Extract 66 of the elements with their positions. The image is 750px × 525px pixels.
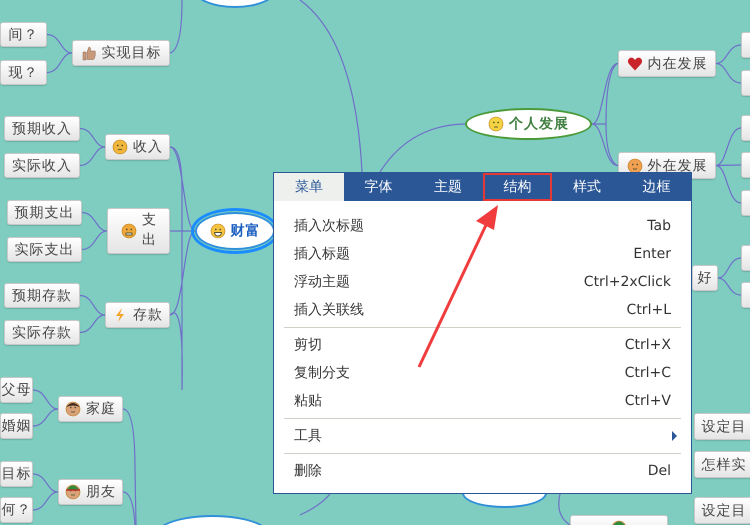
topic-node[interactable]: 好 [692, 265, 718, 291]
connector-line [82, 212, 108, 232]
connector-line [558, 494, 570, 525]
face-icon [121, 223, 137, 239]
submenu-arrow-icon [672, 431, 677, 441]
topic-node[interactable]: 实现目标 [72, 40, 170, 66]
menu-item[interactable]: 剪切 Ctrl+X [284, 331, 681, 359]
connector-line [170, 0, 183, 54]
heart-icon [626, 56, 642, 72]
topic-node[interactable]: 婚姻 [0, 413, 33, 439]
connector-line [716, 62, 742, 84]
connector-line [80, 146, 106, 166]
menu-item[interactable]: 浮动主题 Ctrl+2xClick [284, 268, 681, 296]
topic-node[interactable]: 预期收入 [4, 116, 80, 141]
connector-line [32, 473, 58, 493]
topic-node[interactable]: 个人发展 [465, 108, 592, 140]
face-icon [65, 484, 81, 500]
menu-item[interactable]: 删除 Del [284, 457, 681, 485]
topic-node[interactable]: 怎样实 [694, 451, 750, 478]
connector-line [32, 491, 58, 511]
topic-node[interactable]: 设定目 [694, 497, 750, 524]
topic-node[interactable]: 实际存款 [4, 320, 80, 345]
topic-node[interactable]: 现？ [0, 60, 47, 85]
menu-item[interactable]: 插入关联线 Ctrl+L [284, 296, 681, 324]
menu-item[interactable]: 工具 [284, 422, 681, 450]
topic-node[interactable]: 预期存款 [4, 283, 80, 308]
connector-line [80, 128, 106, 148]
menu-item[interactable]: 插入次标题 Tab [284, 212, 681, 240]
connector-line [32, 389, 58, 410]
topic-node[interactable]: 何？ [0, 497, 33, 523]
topic-node[interactable]: 实际收入 [4, 153, 80, 178]
menu-item[interactable]: 粘贴 Ctrl+V [284, 387, 681, 415]
connector-line [716, 44, 742, 64]
topic-node[interactable]: 内在发展 [618, 50, 716, 77]
connector-line [300, 494, 330, 516]
face-icon [210, 223, 226, 239]
face-icon [488, 116, 504, 132]
topic-node[interactable]: 实际支出 [7, 237, 82, 262]
connector-line [80, 314, 106, 334]
face-icon [65, 401, 81, 417]
face-icon [626, 158, 642, 174]
connector-line [718, 277, 742, 296]
face-icon [112, 139, 128, 155]
connector-line [32, 408, 58, 427]
topic-node[interactable]: 设定目 [694, 413, 750, 440]
thumbs-up-icon [80, 45, 96, 61]
menu-tab[interactable]: 字体 [344, 173, 413, 201]
connector-line [718, 257, 742, 279]
topic-node[interactable]: 存款 [105, 302, 170, 328]
topic-node[interactable]: 家庭 [58, 396, 123, 422]
menu-item[interactable]: 插入标题 Enter [284, 240, 681, 268]
connector-line [82, 230, 108, 250]
connector-line [46, 34, 72, 54]
menu-item[interactable]: 复制分支 Ctrl+C [284, 359, 681, 387]
topic-node[interactable]: 支出 [107, 208, 170, 254]
connector-line [80, 294, 106, 316]
topic-node[interactable]: 间？ [0, 22, 47, 47]
topic-node[interactable]: 目标 [0, 461, 33, 487]
connector-line [46, 52, 72, 74]
topic-node[interactable]: 父母 [0, 377, 33, 403]
menu-tab[interactable]: 结构 [482, 173, 552, 201]
topic-node[interactable]: 朋友 [58, 479, 123, 505]
topic-node[interactable]: 预期支出 [7, 200, 82, 225]
topic-node[interactable]: 收入 [105, 134, 170, 160]
menu-tab[interactable]: 主题 [413, 173, 482, 201]
menu-tab[interactable]: 菜单 [274, 173, 344, 201]
